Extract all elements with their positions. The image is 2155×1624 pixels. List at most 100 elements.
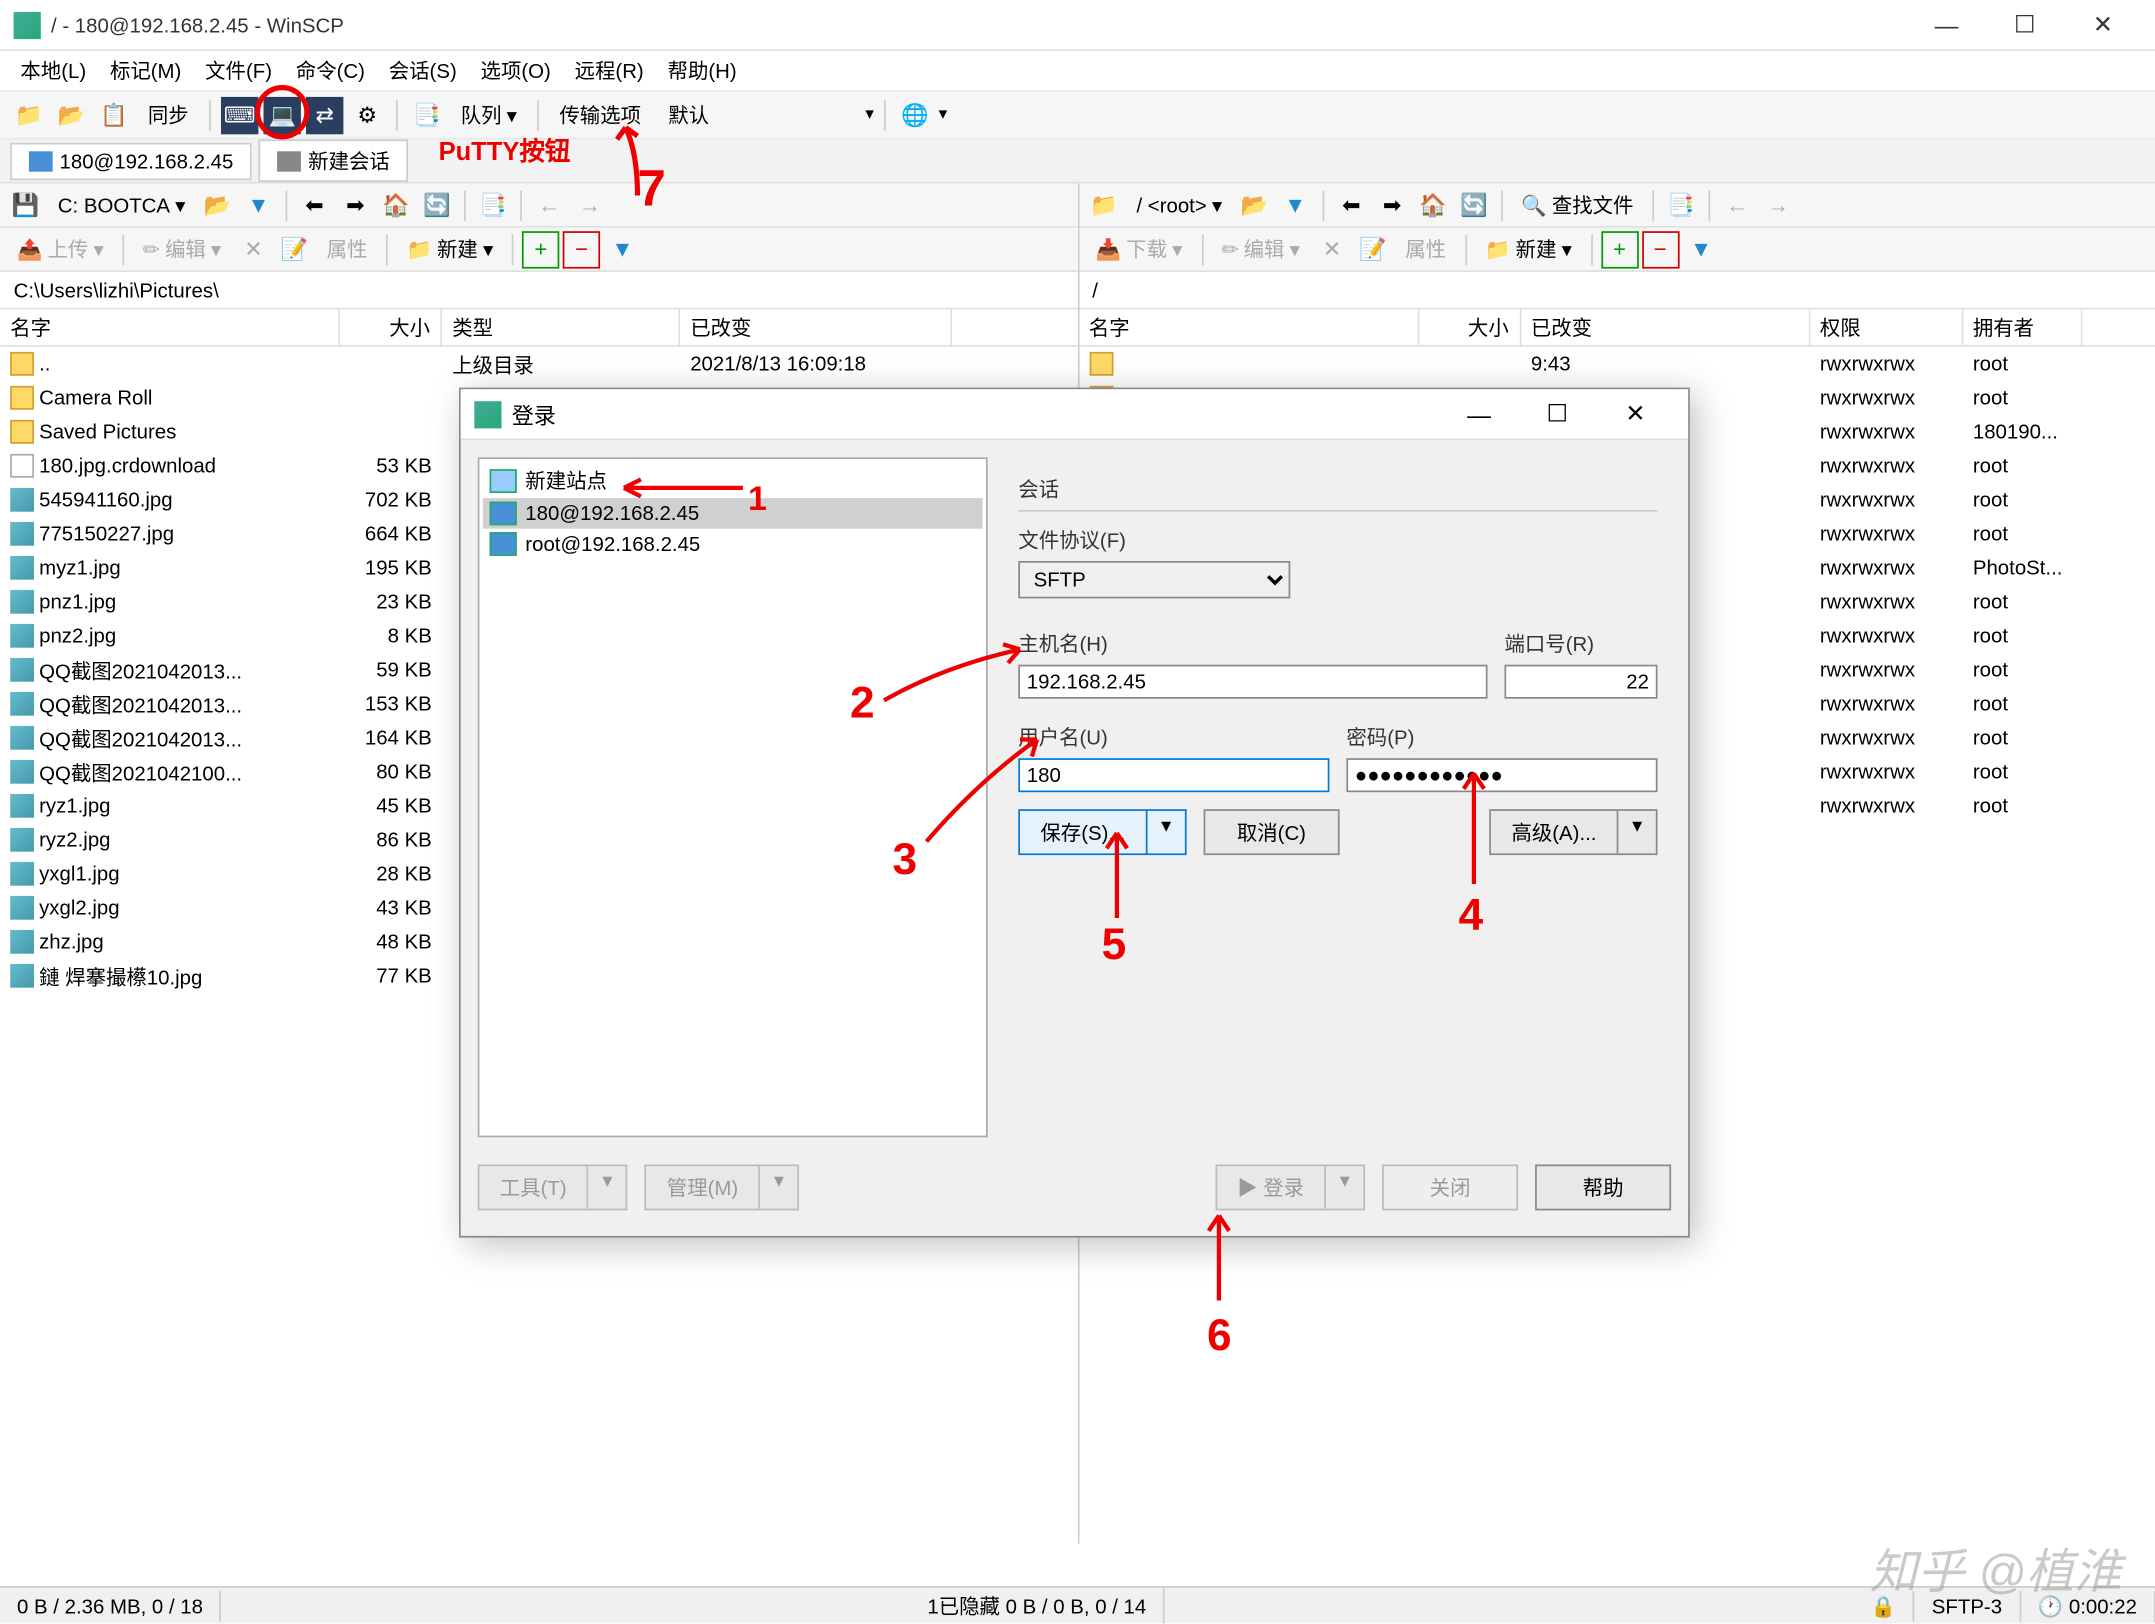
reload-icon[interactable]: 🔄 — [1455, 186, 1492, 223]
menubar: 本地(L) 标记(M) 文件(F) 命令(C) 会话(S) 选项(O) 远程(R… — [0, 51, 2155, 92]
drive-selector[interactable]: C: BOOTCA ▾ — [48, 190, 196, 221]
folder-icon[interactable]: 📁 — [1085, 186, 1122, 223]
toolbar-icon[interactable]: 📂 — [53, 96, 90, 133]
col-perm[interactable]: 权限 — [1810, 309, 1963, 346]
advanced-button[interactable]: 高级(A)...▼ — [1489, 809, 1657, 855]
session-tab-active[interactable]: 180@192.168.2.45 — [10, 142, 252, 179]
sync-button[interactable]: 同步 — [138, 97, 199, 133]
col-size[interactable]: 大小 — [340, 309, 442, 346]
remote-drive-toolbar: 📁 / <root> ▾ 📂 ▼ ⬅ ➡ 🏠 🔄 🔍 查找文件 📑 ← → — [1079, 184, 2155, 228]
edit-button: ✏ 编辑 ▾ — [133, 231, 232, 267]
local-action-toolbar: 📤 上传 ▾ ✏ 编辑 ▾ ✕ 📝 属性 📁 新建 ▾ + − ▼ — [0, 228, 1077, 272]
col-name[interactable]: 名字 — [0, 309, 340, 346]
host-label: 主机名(H) — [1018, 629, 1487, 658]
close-button[interactable]: ✕ — [2064, 0, 2142, 50]
toolbar-icon[interactable]: 📋 — [95, 96, 132, 133]
password-label: 密码(P) — [1346, 723, 1657, 752]
session-tab-new[interactable]: 新建会话 — [259, 139, 409, 182]
col-size[interactable]: 大小 — [1419, 309, 1521, 346]
new-button[interactable]: 📁 新建 ▾ — [1475, 231, 1582, 267]
cancel-button[interactable]: 取消(C) — [1203, 809, 1339, 855]
rename-icon: 📝 — [1354, 230, 1391, 267]
select-icon[interactable]: ▼ — [604, 230, 641, 267]
dialog-minimize[interactable]: — — [1440, 388, 1518, 439]
compare-icon[interactable]: ⇄ — [306, 96, 343, 133]
drive-icon[interactable]: 💾 — [7, 186, 44, 223]
home-icon[interactable]: 🏠 — [1414, 186, 1451, 223]
menu-local[interactable]: 本地(L) — [10, 51, 96, 90]
new-button[interactable]: 📁 新建 ▾ — [396, 231, 503, 267]
bookmark-icon[interactable]: 📑 — [1662, 186, 1699, 223]
dialog-close[interactable]: ✕ — [1596, 388, 1674, 439]
putty-button[interactable]: 💻 — [264, 96, 301, 133]
settings-icon[interactable]: ⚙ — [349, 96, 386, 133]
dialog-title: 登录 — [512, 398, 1440, 430]
col-changed[interactable]: 已改变 — [680, 309, 952, 346]
root-selector[interactable]: / <root> ▾ — [1126, 190, 1232, 221]
parent-row[interactable]: .. 上级目录 2021/8/13 16:09:18 — [0, 347, 1077, 381]
site-item-180[interactable]: 180@192.168.2.45 — [483, 498, 983, 529]
fwd-icon[interactable]: ➡ — [1373, 186, 1410, 223]
save-button[interactable]: 保存(S)...▼ — [1018, 809, 1186, 855]
edit-button: ✏ 编辑 ▾ — [1211, 231, 1310, 267]
find-button[interactable]: 🔍 查找文件 — [1511, 187, 1644, 223]
queue-icon[interactable]: 📑 — [408, 96, 445, 133]
menu-mark[interactable]: 标记(M) — [100, 51, 192, 90]
session-tabs: 180@192.168.2.45 新建会话 — [0, 139, 2155, 183]
col-owner[interactable]: 拥有者 — [1963, 309, 2082, 346]
back-icon[interactable]: ⬅ — [296, 186, 333, 223]
status-protocol: SFTP-3 — [1915, 1590, 2021, 1621]
plus-icon[interactable]: + — [522, 230, 559, 267]
minus-icon[interactable]: − — [563, 230, 600, 267]
minimize-button[interactable]: — — [1907, 0, 1985, 50]
nav-fwd-icon: → — [571, 186, 608, 223]
upload-button: 📤 上传 ▾ — [7, 231, 114, 267]
select-icon[interactable]: ▼ — [1682, 230, 1719, 267]
home-icon[interactable]: 🏠 — [377, 186, 414, 223]
password-input[interactable] — [1346, 758, 1657, 792]
menu-remote[interactable]: 远程(R) — [564, 51, 654, 90]
maximize-button[interactable]: ☐ — [1986, 0, 2064, 50]
filter-icon[interactable]: ▼ — [240, 186, 277, 223]
port-input[interactable] — [1505, 665, 1658, 699]
fwd-icon[interactable]: ➡ — [337, 186, 374, 223]
transfer-options-label: 传输选项 — [549, 97, 651, 133]
menu-file[interactable]: 文件(F) — [195, 51, 282, 90]
queue-button[interactable]: 队列 ▾ — [451, 97, 528, 133]
transfer-default[interactable]: 默认 — [656, 95, 860, 134]
folder-open-icon[interactable]: 📂 — [1236, 186, 1273, 223]
reload-icon[interactable]: 🔄 — [418, 186, 455, 223]
refresh-icon[interactable]: 🌐 — [896, 96, 933, 133]
remote-action-toolbar: 📥 下载 ▾ ✏ 编辑 ▾ ✕ 📝 属性 📁 新建 ▾ + − ▼ — [1079, 228, 2155, 272]
remote-path[interactable]: / — [1079, 272, 2155, 309]
console-icon[interactable]: ⌨ — [221, 96, 258, 133]
delete-icon: ✕ — [1313, 230, 1350, 267]
login-button[interactable]: ▶ 登录▼ — [1215, 1165, 1365, 1211]
site-item-root[interactable]: root@192.168.2.45 — [483, 529, 983, 560]
host-input[interactable] — [1018, 665, 1487, 699]
table-row[interactable]: 9:43rwxrwxrwxroot — [1079, 347, 2155, 381]
site-item-new[interactable]: 新建站点 — [483, 462, 983, 498]
sites-list: 新建站点 180@192.168.2.45 root@192.168.2.45 — [478, 457, 988, 1137]
folder-open-icon[interactable]: 📂 — [199, 186, 236, 223]
local-path[interactable]: C:\Users\lizhi\Pictures\ — [0, 272, 1077, 309]
plus-icon[interactable]: + — [1601, 230, 1638, 267]
filter-icon[interactable]: ▼ — [1277, 186, 1314, 223]
menu-session[interactable]: 会话(S) — [379, 51, 467, 90]
user-input[interactable] — [1018, 758, 1329, 792]
col-name[interactable]: 名字 — [1079, 309, 1419, 346]
status-mid: 1已隐藏 0 B / 0 B, 0 / 14 — [910, 1588, 1165, 1624]
minus-icon[interactable]: − — [1642, 230, 1679, 267]
status-time: 🕐 0:00:22 — [2021, 1590, 2155, 1621]
protocol-select[interactable]: SFTP — [1018, 561, 1290, 598]
col-changed[interactable]: 已改变 — [1521, 309, 1810, 346]
menu-command[interactable]: 命令(C) — [286, 51, 376, 90]
menu-options[interactable]: 选项(O) — [470, 51, 561, 90]
menu-help[interactable]: 帮助(H) — [657, 51, 747, 90]
col-type[interactable]: 类型 — [442, 309, 680, 346]
help-button[interactable]: 帮助 — [1535, 1165, 1671, 1211]
dialog-maximize[interactable]: ☐ — [1518, 388, 1596, 439]
toolbar-icon[interactable]: 📁 — [10, 96, 47, 133]
bookmark-icon[interactable]: 📑 — [474, 186, 511, 223]
back-icon[interactable]: ⬅ — [1333, 186, 1370, 223]
